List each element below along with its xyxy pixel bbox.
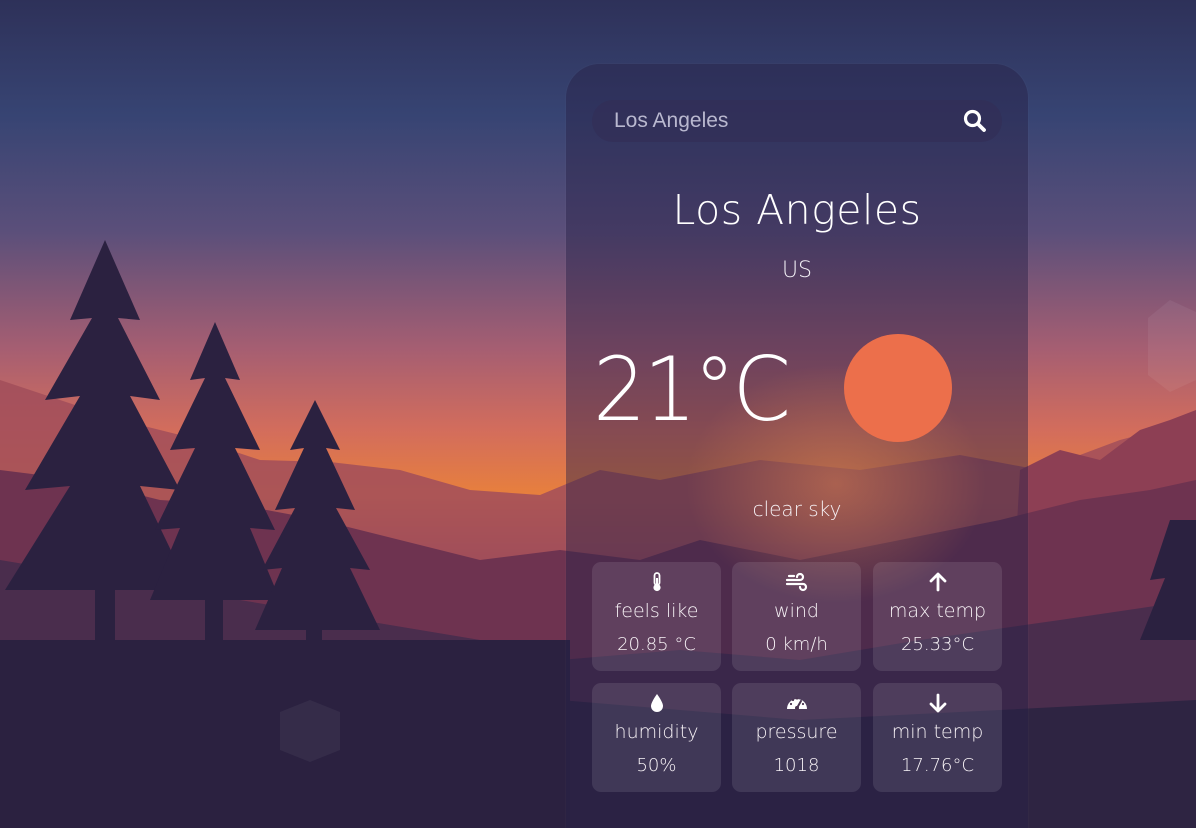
country-code: US	[781, 258, 813, 283]
sun-icon	[844, 334, 952, 442]
stat-value: 20.85 °C	[617, 634, 696, 655]
stat-value: 25.33°C	[900, 634, 975, 655]
gauge-icon	[786, 697, 807, 710]
stat-label: pressure	[755, 721, 838, 743]
weather-condition: clear sky	[752, 497, 842, 521]
stat-value: 17.76°C	[900, 755, 975, 776]
water-drop-icon	[650, 694, 663, 712]
hexagon-flare	[1148, 300, 1196, 392]
arrow-down-icon	[929, 693, 946, 713]
hexagon-flare-small	[280, 700, 340, 762]
stat-label: min temp	[891, 721, 984, 743]
stat-value: 0 km/h	[765, 634, 828, 655]
temperature: 21°C	[593, 338, 791, 441]
city-name: Los Angeles	[672, 186, 922, 234]
stat-value: 50%	[636, 755, 677, 776]
stat-min-temp: min temp 17.76°C	[873, 683, 1002, 792]
stat-pressure: pressure 1018	[732, 683, 861, 792]
stat-feels-like: feels like 20.85 °C	[592, 562, 721, 671]
thermometer-icon	[652, 572, 661, 592]
stat-max-temp: max temp 25.33°C	[873, 562, 1002, 671]
stat-humidity: humidity 50%	[592, 683, 721, 792]
search-input[interactable]	[592, 100, 952, 142]
search-button[interactable]	[962, 108, 988, 134]
search-icon	[963, 109, 986, 132]
stat-label: humidity	[614, 721, 699, 743]
arrow-up-icon	[929, 572, 946, 592]
wind-icon	[785, 572, 807, 592]
weather-card: Los Angeles US 21°C clear sky feels like…	[566, 64, 1028, 828]
stat-wind: wind 0 km/h	[732, 562, 861, 671]
search-bar	[592, 100, 1002, 142]
stat-label: wind	[774, 600, 819, 622]
stat-label: feels like	[614, 600, 699, 622]
stat-label: max temp	[888, 600, 987, 622]
stat-value: 1018	[773, 755, 820, 776]
